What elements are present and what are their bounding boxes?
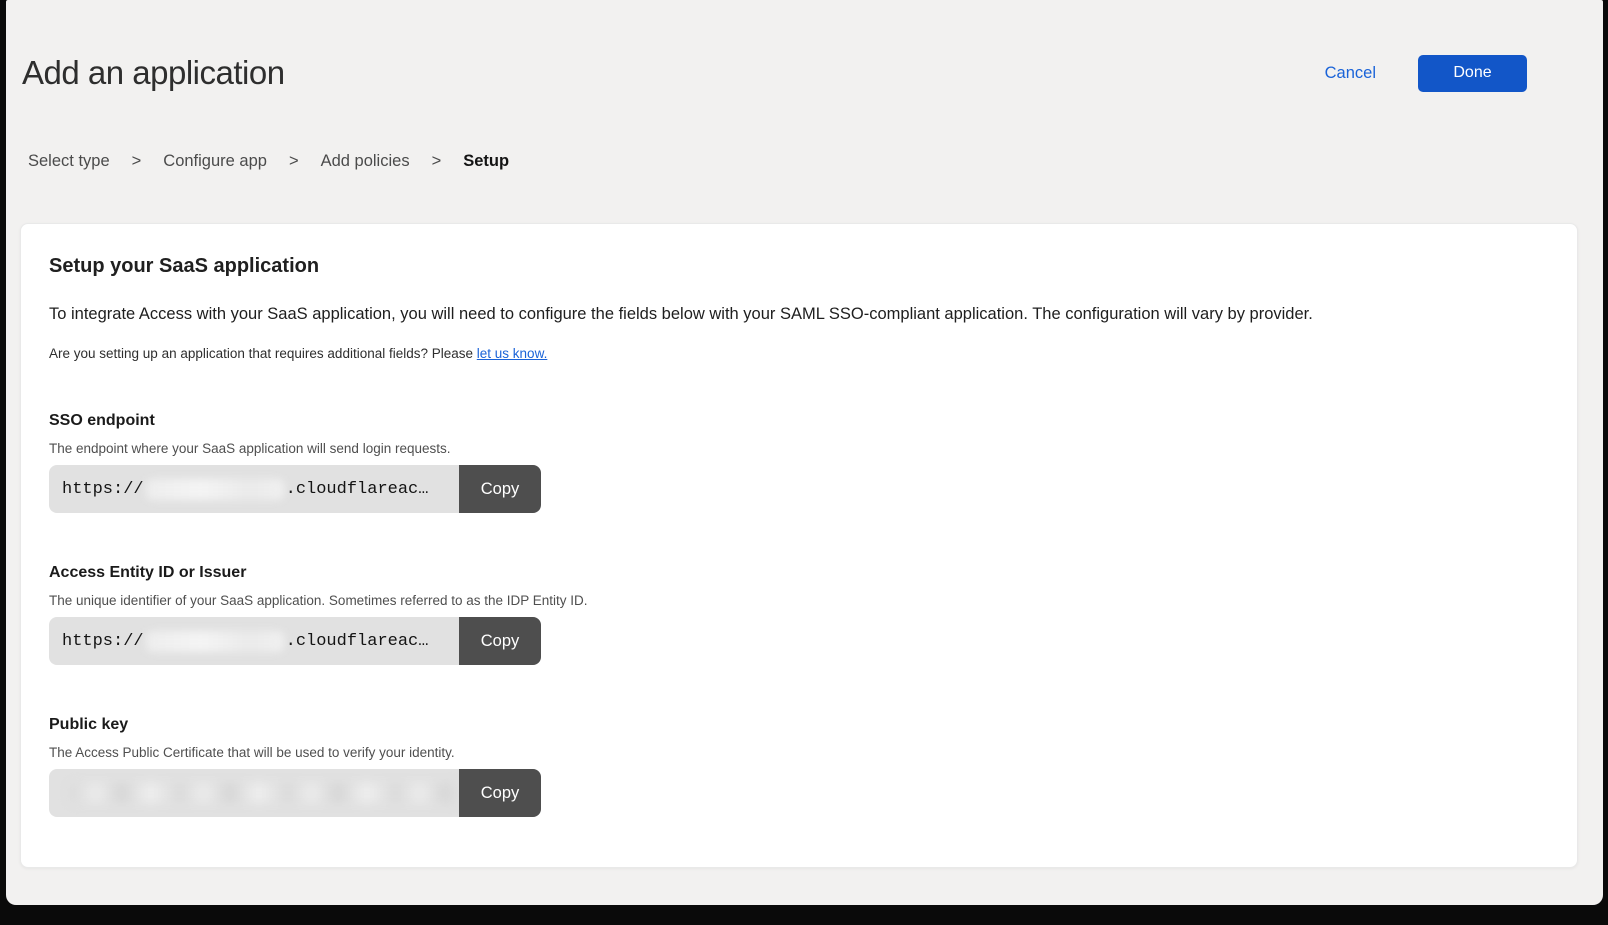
header-actions: Cancel Done [1325,55,1527,92]
app-screen: Add an application Cancel Done Select ty… [6,0,1603,905]
card-intro-text: To integrate Access with your SaaS appli… [49,304,1549,325]
page-title: Add an application [22,54,285,92]
access-entity-id-label: Access Entity ID or Issuer [49,564,1549,582]
done-button[interactable]: Done [1418,55,1527,92]
field-public-key: Public key The Access Public Certificate… [49,716,1549,817]
note-text: Are you setting up an application that r… [49,346,477,361]
field-access-entity-id: Access Entity ID or Issuer The unique id… [49,564,1549,665]
breadcrumb-step-configure-app[interactable]: Configure app [163,152,267,171]
public-key-label: Public key [49,716,1549,734]
additional-fields-note: Are you setting up an application that r… [49,346,1549,361]
card-heading: Setup your SaaS application [49,255,1549,278]
let-us-know-link[interactable]: let us know. [477,346,548,361]
access-entity-id-value[interactable]: https:// .cloudflareac… [49,617,459,665]
breadcrumb-step-setup[interactable]: Setup [463,152,509,171]
breadcrumb-separator: > [432,152,442,171]
redacted-value-blur [146,631,284,652]
page-header: Add an application Cancel Done [6,0,1603,92]
value-suffix: .cloudflareac… [286,632,429,651]
sso-endpoint-value[interactable]: https:// .cloudflareac… [49,465,459,513]
sso-endpoint-label: SSO endpoint [49,412,1549,430]
sso-endpoint-copy-button[interactable]: Copy [459,465,541,513]
access-entity-id-description: The unique identifier of your SaaS appli… [49,593,1549,608]
breadcrumb: Select type > Configure app > Add polici… [28,152,1603,171]
redacted-value-blur [70,783,458,803]
breadcrumb-separator: > [132,152,142,171]
value-prefix: https:// [62,632,144,651]
public-key-value[interactable] [49,769,459,817]
value-suffix: .cloudflareac… [286,480,429,499]
breadcrumb-step-add-policies[interactable]: Add policies [321,152,410,171]
public-key-value-row: Copy [49,769,541,817]
cancel-button[interactable]: Cancel [1325,64,1376,83]
field-sso-endpoint: SSO endpoint The endpoint where your Saa… [49,412,1549,513]
access-entity-id-value-row: https:// .cloudflareac… Copy [49,617,541,665]
value-prefix: https:// [62,480,144,499]
breadcrumb-step-select-type[interactable]: Select type [28,152,110,171]
access-entity-id-copy-button[interactable]: Copy [459,617,541,665]
sso-endpoint-description: The endpoint where your SaaS application… [49,441,1549,456]
breadcrumb-separator: > [289,152,299,171]
public-key-copy-button[interactable]: Copy [459,769,541,817]
public-key-description: The Access Public Certificate that will … [49,745,1549,760]
sso-endpoint-value-row: https:// .cloudflareac… Copy [49,465,541,513]
setup-card: Setup your SaaS application To integrate… [20,223,1578,868]
redacted-value-blur [146,479,284,500]
